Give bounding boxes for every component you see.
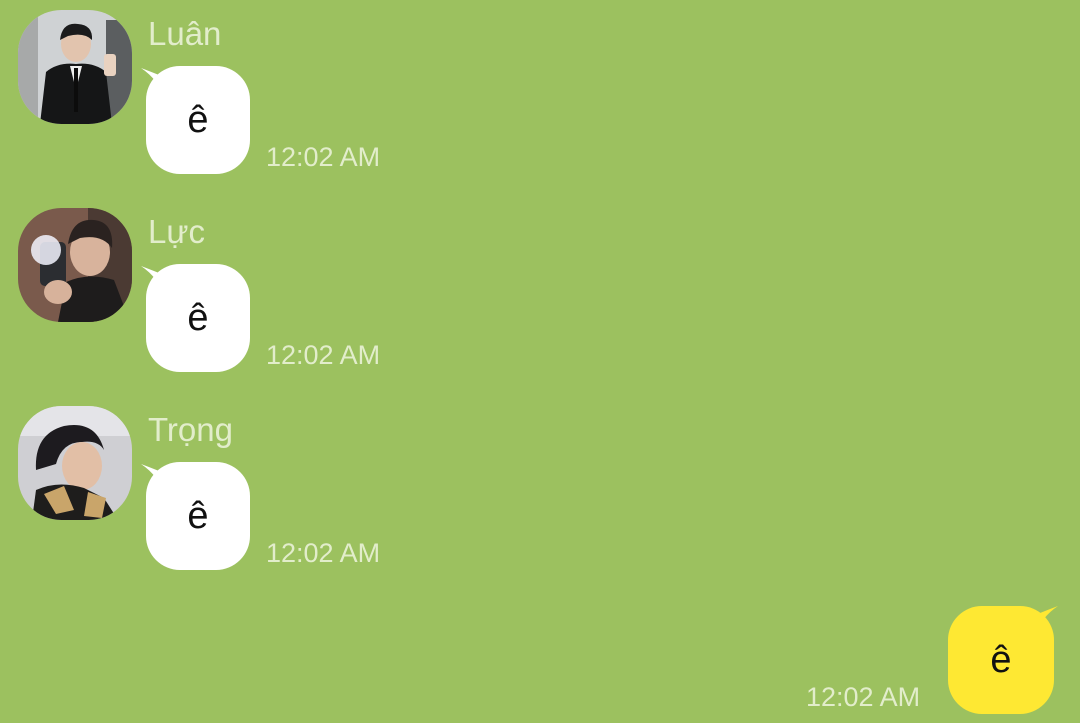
profile-photo-icon: [18, 10, 132, 124]
profile-photo-icon: [18, 208, 132, 322]
outgoing-message-row: 12:02 AM ê: [0, 600, 1080, 723]
timestamp: 12:02 AM: [266, 142, 381, 172]
chat-view[interactable]: Luân ê 12:02 AM Lực ê 12:02 AM Trọng ê 1…: [0, 0, 1080, 723]
incoming-bubble[interactable]: ê: [146, 264, 250, 372]
message-row: Lực ê 12:02 AM: [0, 198, 1080, 388]
message-row: Trọng ê 12:02 AM: [0, 396, 1080, 586]
profile-photo-icon: [18, 406, 132, 520]
avatar[interactable]: [18, 10, 132, 124]
sender-name: Luân: [148, 15, 222, 52]
avatar[interactable]: [18, 406, 132, 520]
incoming-bubble[interactable]: ê: [146, 462, 250, 570]
incoming-bubble[interactable]: ê: [146, 66, 250, 174]
timestamp: 12:02 AM: [266, 340, 381, 370]
outgoing-bubble[interactable]: ê: [948, 606, 1054, 714]
message-row: Luân ê 12:02 AM: [0, 0, 1080, 190]
sender-name: Lực: [148, 213, 205, 250]
avatar[interactable]: [18, 208, 132, 322]
timestamp: 12:02 AM: [266, 538, 381, 568]
timestamp: 12:02 AM: [806, 682, 921, 712]
sender-name: Trọng: [148, 411, 233, 448]
